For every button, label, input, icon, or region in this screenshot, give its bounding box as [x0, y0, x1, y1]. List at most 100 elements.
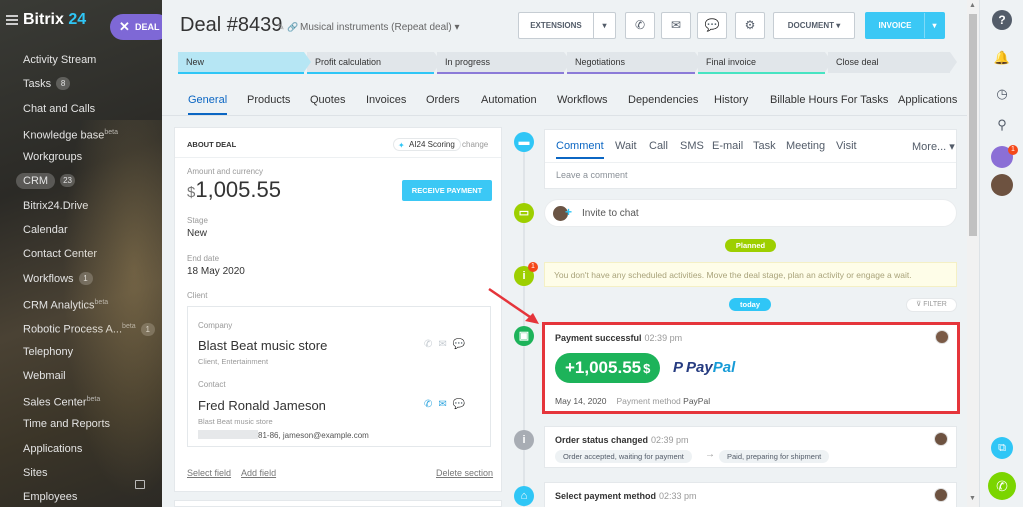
- tab-workflows[interactable]: Workflows: [557, 94, 608, 106]
- sidebar-item-webmail[interactable]: Webmail: [0, 364, 162, 388]
- bell-icon[interactable]: 🔔: [992, 48, 1012, 68]
- stage-final-invoice[interactable]: Final invoice: [698, 52, 832, 74]
- composer-more[interactable]: More... ▾: [912, 140, 955, 153]
- sidebar-item-applications[interactable]: Applications: [0, 437, 162, 461]
- end-date-value[interactable]: 18 May 2020: [187, 266, 245, 277]
- search-icon[interactable]: ⚲: [992, 115, 1012, 135]
- deal-close-pill[interactable]: ✕ DEAL: [110, 14, 170, 40]
- chevron-down-icon[interactable]: ▾: [924, 13, 944, 38]
- edit-icon[interactable]: ✎ 🔗: [277, 22, 298, 33]
- close-icon[interactable]: ✕: [119, 14, 130, 40]
- menu-icon[interactable]: [6, 15, 18, 25]
- avatar[interactable]: [934, 488, 948, 502]
- chat-icon[interactable]: 💬: [697, 12, 727, 39]
- tab-orders[interactable]: Orders: [426, 94, 460, 106]
- invite-to-chat[interactable]: + Invite to chat: [544, 199, 957, 227]
- tab-applications[interactable]: Applications: [898, 94, 957, 106]
- help-icon[interactable]: ?: [992, 10, 1012, 30]
- logo[interactable]: Bitrix 24: [23, 11, 86, 29]
- sidebar-item-employees[interactable]: Employees: [0, 485, 162, 507]
- sidebar-item-activity-stream[interactable]: Activity Stream: [0, 48, 162, 72]
- select-field-link[interactable]: Select field: [187, 468, 231, 478]
- gear-icon[interactable]: ⚙: [735, 12, 765, 39]
- sidebar-item-drive[interactable]: Bitrix24.Drive: [0, 194, 162, 218]
- sidebar-item-sales-center[interactable]: Sales Centerbeta: [0, 388, 162, 412]
- tab-history[interactable]: History: [714, 94, 748, 106]
- tab-general[interactable]: General: [188, 94, 228, 115]
- scroll-down-icon[interactable]: ▼: [969, 495, 976, 502]
- sidebar-item-tasks[interactable]: Tasks 8: [0, 72, 162, 96]
- stage-value[interactable]: New: [187, 228, 207, 239]
- sidebar-item-crm-analytics[interactable]: CRM Analyticsbeta: [0, 291, 162, 315]
- status-from: Order accepted, waiting for payment: [555, 450, 692, 463]
- stage-new[interactable]: New: [178, 52, 311, 74]
- sidebar-item-workgroups[interactable]: Workgroups: [0, 145, 162, 169]
- composer-tab-email[interactable]: E-mail: [712, 140, 743, 152]
- printer-icon[interactable]: [135, 480, 145, 489]
- composer-tab-sms[interactable]: SMS: [680, 140, 704, 152]
- stage-in-progress[interactable]: In progress: [437, 52, 571, 74]
- sidebar-item-robotic-process[interactable]: Robotic Process A...beta 1: [0, 315, 162, 339]
- amount-value[interactable]: $1,005.55: [187, 177, 281, 203]
- composer-tab-meeting[interactable]: Meeting: [786, 140, 825, 152]
- contact-name[interactable]: Fred Ronald Jameson: [198, 398, 326, 413]
- stage-negotiations[interactable]: Negotiations: [567, 52, 702, 74]
- avatar[interactable]: [935, 330, 949, 344]
- select-payment-title: Select payment method 02:33 pm: [555, 491, 697, 501]
- deal-category[interactable]: Musical instruments (Repeat deal) ▾: [300, 22, 460, 33]
- composer-tab-visit[interactable]: Visit: [836, 140, 857, 152]
- stage-profit-calculation[interactable]: Profit calculation: [307, 52, 441, 74]
- email-icon[interactable]: ✉: [661, 12, 691, 39]
- change-link[interactable]: change: [462, 140, 488, 149]
- scroll-up-icon[interactable]: ▲: [969, 2, 976, 9]
- scrollbar[interactable]: ▲ ▼: [967, 0, 979, 507]
- composer-tab-task[interactable]: Task: [753, 140, 776, 152]
- company-name[interactable]: Blast Beat music store: [198, 338, 327, 353]
- payment-amount: +1,005.55 $: [555, 353, 661, 383]
- open-lines-icon[interactable]: ⧉: [991, 437, 1013, 459]
- order-status-item[interactable]: Order status changed 02:39 pm Order accep…: [544, 426, 957, 468]
- invoice-button[interactable]: INVOICE ▾: [865, 12, 945, 39]
- tab-billable-hours[interactable]: Billable Hours For Tasks: [770, 94, 888, 106]
- ai-scoring-badge[interactable]: ✦ AI24 Scoring: [393, 138, 461, 151]
- delete-section-link[interactable]: Delete section: [436, 468, 493, 478]
- tab-invoices[interactable]: Invoices: [366, 94, 406, 106]
- sidebar-item-workflows[interactable]: Workflows 1: [0, 267, 162, 291]
- phone-icon[interactable]: ✆: [625, 12, 655, 39]
- company-contact-icons[interactable]: ✆✉💬: [424, 339, 471, 350]
- payment-successful-item[interactable]: Payment successful 02:39 pm +1,005.55 $ PP…: [542, 322, 960, 414]
- composer-tab-wait[interactable]: Wait: [615, 140, 637, 152]
- clock-icon[interactable]: ◷: [992, 84, 1012, 104]
- tab-dependencies[interactable]: Dependencies: [628, 94, 698, 106]
- sidebar-item-contact-center[interactable]: Contact Center: [0, 242, 162, 266]
- avatar[interactable]: [934, 432, 948, 446]
- sidebar-item-chat[interactable]: Chat and Calls: [0, 97, 162, 121]
- avatar[interactable]: [991, 174, 1013, 196]
- select-payment-item[interactable]: Select payment method 02:33 pm: [544, 482, 957, 507]
- chevron-down-icon[interactable]: ▾: [593, 13, 615, 38]
- stage-close-deal[interactable]: Close deal: [828, 52, 957, 73]
- add-field-link[interactable]: Add field: [241, 468, 276, 478]
- receive-payment-button[interactable]: RECEIVE PAYMENT: [402, 180, 492, 201]
- phone-call-icon[interactable]: ✆: [988, 472, 1016, 500]
- document-button[interactable]: DOCUMENT ▾: [773, 12, 855, 39]
- comment-input[interactable]: Leave a comment: [556, 170, 628, 180]
- contact-phone[interactable]: 81-86, jameson@example.com: [198, 430, 369, 440]
- sidebar-item-sites[interactable]: Sites: [0, 461, 162, 485]
- tab-products[interactable]: Products: [247, 94, 290, 106]
- tab-automation[interactable]: Automation: [481, 94, 537, 106]
- today-badge: today: [729, 298, 771, 311]
- composer-tab-comment[interactable]: Comment: [556, 140, 604, 159]
- sidebar-item-crm[interactable]: CRM 23: [0, 169, 162, 193]
- sidebar-item-calendar[interactable]: Calendar: [0, 218, 162, 242]
- extensions-button[interactable]: EXTENSIONS ▾: [518, 12, 616, 39]
- contact-contact-icons[interactable]: ✆✉💬: [424, 399, 471, 410]
- sidebar-item-knowledge-base[interactable]: Knowledge basebeta: [0, 121, 162, 145]
- filter-button[interactable]: ⊽ FILTER: [906, 298, 957, 312]
- tab-quotes[interactable]: Quotes: [310, 94, 345, 106]
- composer-tab-call[interactable]: Call: [649, 140, 668, 152]
- notification-badge: 1: [1008, 145, 1018, 155]
- sidebar-item-time-reports[interactable]: Time and Reports: [0, 412, 162, 436]
- scrollbar-thumb[interactable]: [969, 14, 977, 236]
- sidebar-item-telephony[interactable]: Telephony: [0, 340, 162, 364]
